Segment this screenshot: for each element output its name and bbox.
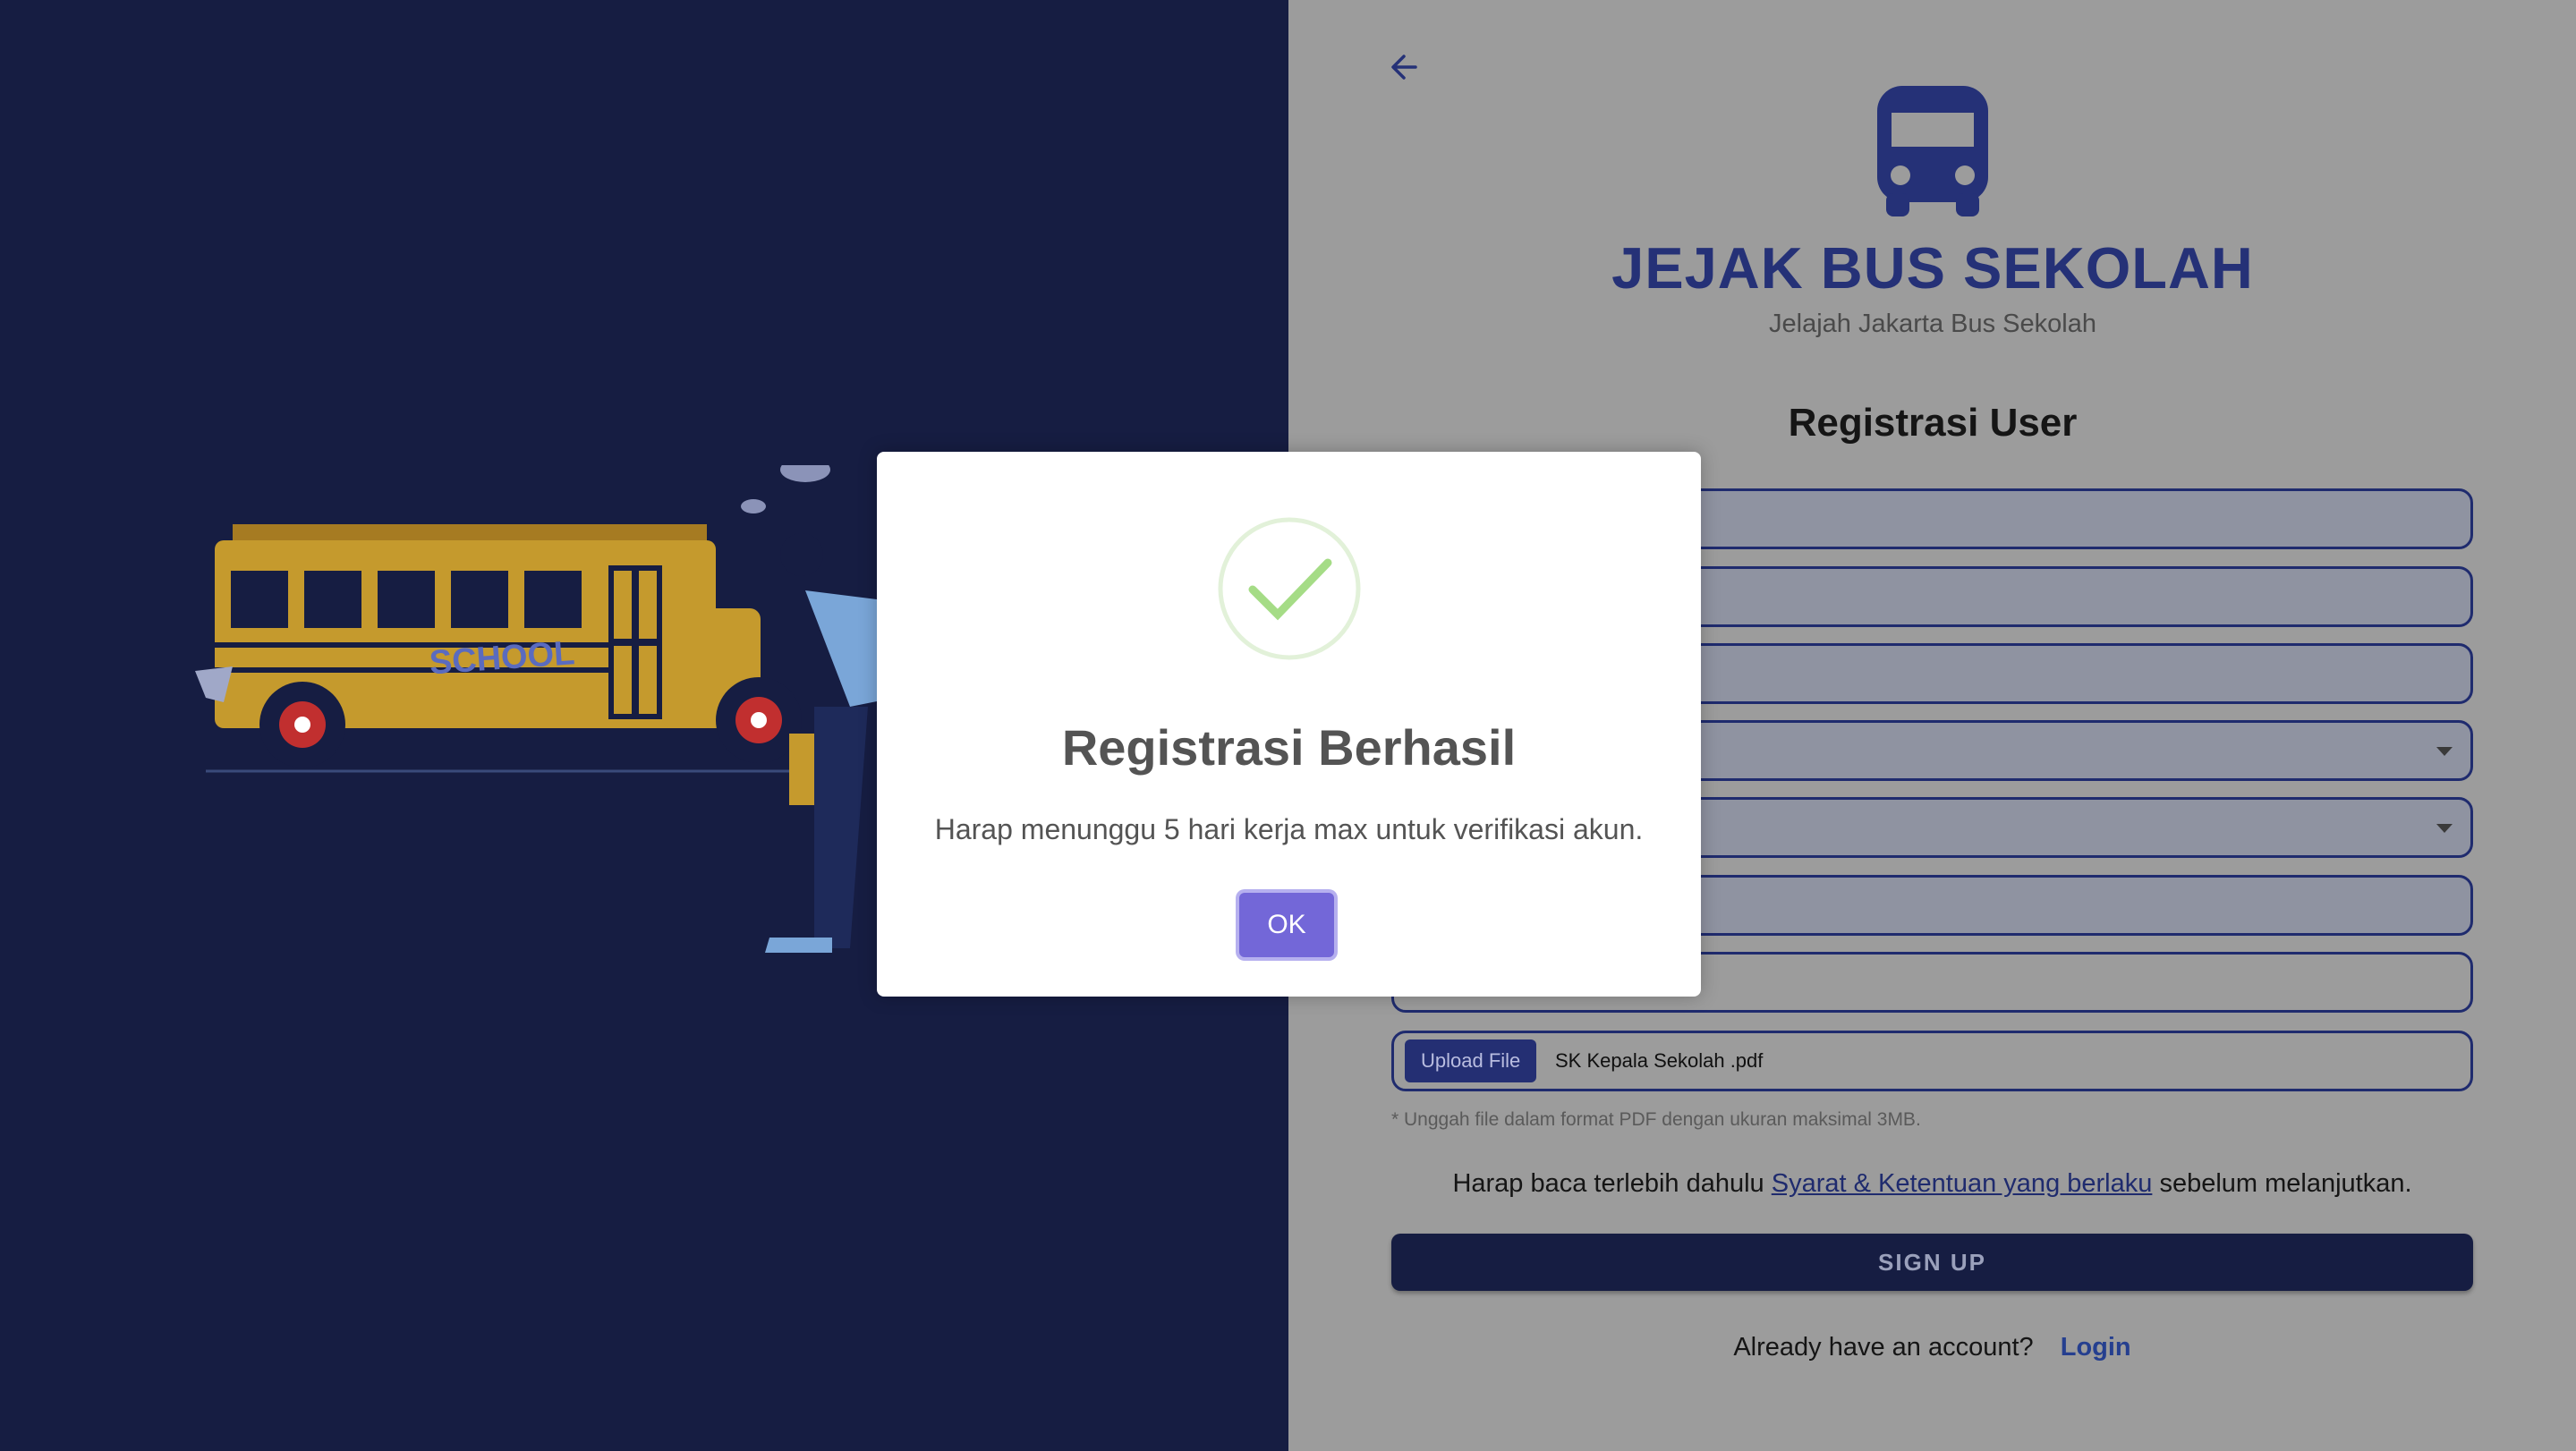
check-circle-icon xyxy=(1218,517,1361,660)
dialog-title: Registrasi Berhasil xyxy=(1061,719,1517,776)
ok-button[interactable]: OK xyxy=(1239,893,1334,957)
success-dialog: Registrasi Berhasil Harap menunggu 5 har… xyxy=(877,452,1701,997)
dialog-message: Harap menunggu 5 hari kerja max untuk ve… xyxy=(934,813,1644,845)
